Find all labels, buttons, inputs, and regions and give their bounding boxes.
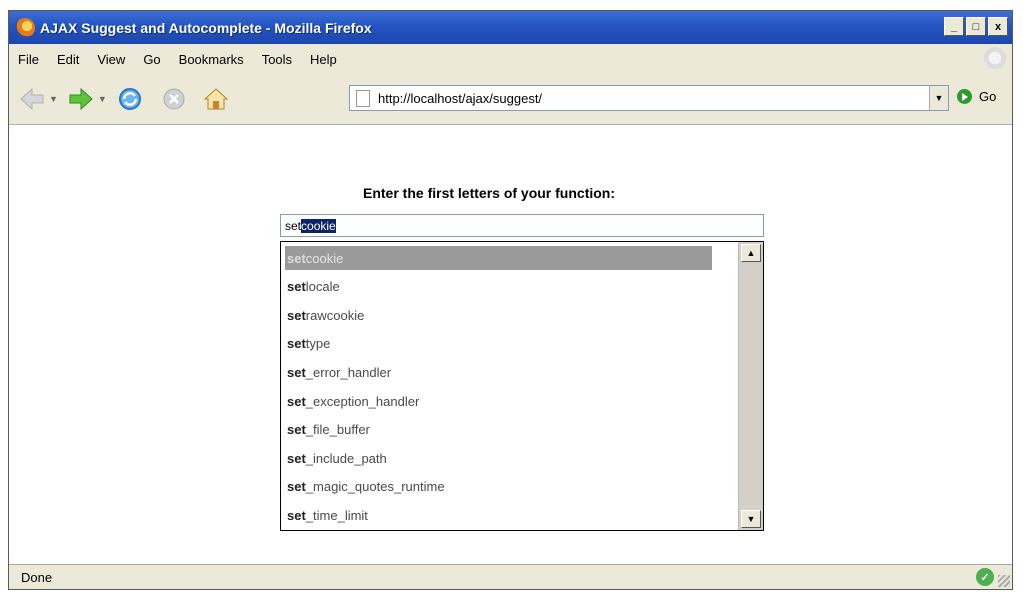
- scroll-up-button[interactable]: ▲: [741, 244, 761, 262]
- menu-edit[interactable]: Edit: [57, 52, 79, 67]
- status-text: Done: [21, 569, 53, 585]
- menu-view[interactable]: View: [97, 52, 125, 67]
- forward-history-dropdown-icon[interactable]: ▼: [98, 94, 107, 104]
- menu-go[interactable]: Go: [143, 52, 160, 67]
- suggestion-rest: _error_handler: [305, 364, 392, 380]
- suggestion-rest: _magic_quotes_runtime: [305, 479, 445, 495]
- suggestion-rest: type: [305, 336, 331, 352]
- back-history-dropdown-icon[interactable]: ▼: [49, 94, 58, 104]
- page-prompt: Enter the first letters of your function…: [363, 185, 616, 201]
- firefox-logo-icon: [15, 17, 35, 38]
- suggestion-prefix: set: [287, 393, 306, 409]
- reload-button[interactable]: [115, 84, 145, 114]
- reload-icon: [118, 88, 141, 110]
- suggestion-item[interactable]: set locale: [285, 275, 712, 299]
- suggestion-item[interactable]: set cookie: [285, 246, 712, 270]
- forward-button[interactable]: [66, 84, 96, 114]
- suggestion-rest: _exception_handler: [305, 393, 420, 409]
- scroll-down-button[interactable]: ▼: [741, 510, 761, 528]
- suggestion-prefix: set: [287, 307, 306, 323]
- menu-file[interactable]: File: [18, 52, 39, 67]
- suggestion-prefix: set: [287, 364, 306, 380]
- suggestion-scrollbar[interactable]: ▲ ▼: [738, 242, 763, 530]
- menu-tools[interactable]: Tools: [262, 52, 292, 67]
- navigation-toolbar: ▼ ▼ http://localhost/ajax/suggest/ ▼ Go: [9, 74, 1012, 125]
- forward-arrow-icon: [69, 87, 93, 111]
- suggestion-item[interactable]: set type: [285, 332, 712, 356]
- url-dropdown-button[interactable]: ▼: [929, 86, 948, 110]
- suggestion-list[interactable]: set cookie set locale set rawcookie set type set…: [280, 241, 764, 531]
- browser-window: AJAX Suggest and Autocomplete - Mozilla …: [8, 10, 1013, 590]
- go-button[interactable]: Go: [957, 89, 996, 104]
- page-content: Enter the first letters of your function…: [9, 125, 1012, 566]
- close-button[interactable]: x: [988, 17, 1008, 36]
- menu-bookmarks[interactable]: Bookmarks: [179, 52, 244, 67]
- suggestion-prefix: set: [287, 422, 306, 438]
- suggestion-rest: locale: [305, 279, 340, 295]
- back-button[interactable]: [17, 84, 47, 114]
- minimize-button[interactable]: _: [944, 17, 964, 36]
- suggestion-prefix: set: [287, 479, 306, 495]
- window-title: AJAX Suggest and Autocomplete - Mozilla …: [40, 19, 372, 36]
- status-ok-icon: ✓: [976, 568, 994, 586]
- autocomplete-selection: cookie: [301, 218, 336, 233]
- suggestion-rest: _file_buffer: [305, 422, 370, 438]
- go-label: Go: [979, 89, 997, 104]
- stop-button[interactable]: [159, 84, 189, 114]
- url-bar[interactable]: http://localhost/ajax/suggest/ ▼: [349, 85, 949, 111]
- suggestion-item[interactable]: set _magic_quotes_runtime: [285, 475, 712, 499]
- suggestion-prefix: set: [287, 507, 306, 523]
- function-search-input[interactable]: set cookie: [280, 214, 764, 237]
- url-text: http://localhost/ajax/suggest/: [378, 90, 543, 106]
- home-button[interactable]: [201, 84, 231, 114]
- page-icon: [356, 89, 370, 107]
- stop-icon: [163, 88, 185, 110]
- resize-grip-icon[interactable]: [998, 575, 1010, 587]
- suggestion-item[interactable]: set _file_buffer: [285, 418, 712, 442]
- maximize-button[interactable]: □: [966, 17, 986, 36]
- suggestion-item[interactable]: set rawcookie: [285, 303, 712, 327]
- typed-text: set: [285, 218, 302, 233]
- suggestion-prefix: set: [287, 450, 306, 466]
- suggestion-item[interactable]: set _include_path: [285, 446, 712, 470]
- menu-bar: File Edit View Go Bookmarks Tools Help: [9, 44, 1012, 74]
- suggestion-rest: rawcookie: [305, 307, 365, 323]
- suggestion-rest: cookie: [305, 250, 344, 266]
- back-arrow-icon: [20, 87, 44, 111]
- go-arrow-icon: [957, 89, 972, 104]
- suggestion-item[interactable]: set _exception_handler: [285, 389, 712, 413]
- title-bar: AJAX Suggest and Autocomplete - Mozilla …: [9, 11, 1012, 44]
- suggestion-item[interactable]: set _time_limit: [285, 503, 712, 527]
- activity-throbber-icon: [984, 47, 1006, 69]
- suggestion-rest: _time_limit: [305, 507, 368, 523]
- suggestion-rest: _include_path: [305, 450, 387, 466]
- menu-help[interactable]: Help: [310, 52, 337, 67]
- suggestion-prefix: set: [287, 250, 306, 266]
- home-icon: [203, 88, 229, 110]
- status-bar: Done ✓: [9, 564, 1012, 589]
- suggestion-prefix: set: [287, 336, 306, 352]
- suggestion-prefix: set: [287, 279, 306, 295]
- suggestion-item[interactable]: set _error_handler: [285, 360, 712, 384]
